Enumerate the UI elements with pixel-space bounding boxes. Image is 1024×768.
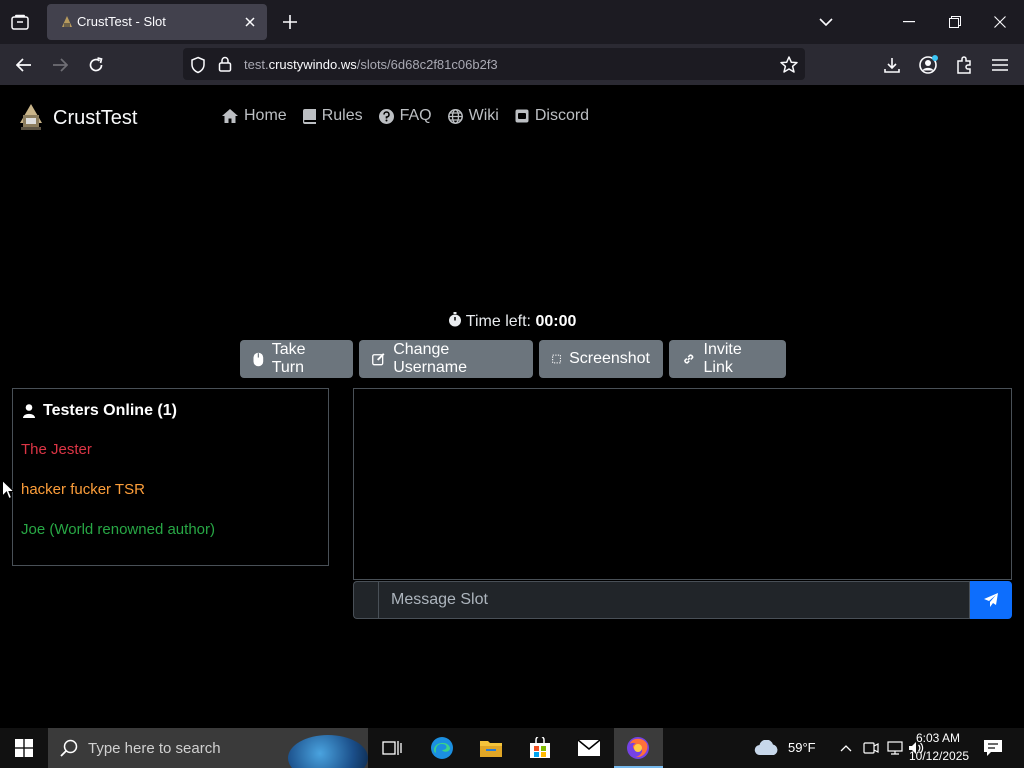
edge-browser-icon[interactable]: [422, 733, 462, 763]
address-bar[interactable]: test.crustywindo.ws/slots/6d68c2f81c06b2…: [183, 48, 805, 80]
url-prefix: test.: [244, 57, 269, 72]
nav-discord[interactable]: Discord: [515, 107, 589, 125]
restore-icon[interactable]: [943, 10, 967, 34]
home-icon: [222, 109, 238, 123]
page-content: CrustTest Home Rules FAQ Wiki Discord Ti…: [0, 85, 1024, 728]
close-window-icon[interactable]: [988, 10, 1012, 34]
extensions-icon[interactable]: [951, 52, 977, 78]
nav-rules-label: Rules: [321, 107, 363, 124]
downloads-icon[interactable]: [879, 52, 905, 78]
user-icon: [23, 404, 35, 418]
discord-icon: [515, 109, 529, 123]
meet-now-icon[interactable]: [858, 733, 884, 763]
list-all-tabs-icon[interactable]: [814, 10, 838, 34]
clock-date[interactable]: 10/12/2025: [909, 749, 969, 763]
tracking-protection-shield-icon[interactable]: [189, 56, 207, 74]
nav-faq-label: FAQ: [399, 107, 432, 124]
forward-icon[interactable]: [47, 52, 73, 78]
browser-tab-active[interactable]: CrustTest - Slot: [47, 4, 267, 40]
book-icon: [302, 108, 316, 124]
back-icon[interactable]: [11, 52, 37, 78]
close-tab-icon[interactable]: [241, 13, 259, 31]
new-tab-icon[interactable]: [279, 11, 301, 33]
mouse-icon: [253, 352, 264, 366]
url-domain: crustywindo.ws: [268, 57, 357, 72]
chat-log[interactable]: [353, 388, 1012, 580]
lock-icon[interactable]: [218, 56, 234, 74]
url-path: /slots/6d68c2f81c06b2f3: [356, 57, 498, 72]
timer-label: Time left:: [465, 313, 531, 330]
nav-faq[interactable]: FAQ: [378, 107, 432, 125]
tester-item[interactable]: Joe (World renowned author): [21, 521, 215, 538]
earth-highlight-icon: [288, 735, 368, 768]
task-view-icon[interactable]: [372, 733, 412, 763]
tester-item[interactable]: The Jester: [21, 441, 92, 458]
screenshot-button[interactable]: Screenshot: [539, 340, 663, 378]
message-placeholder: Message Slot: [391, 591, 488, 608]
edit-icon: [372, 353, 385, 366]
firefox-icon[interactable]: [618, 733, 658, 763]
tab-title: CrustTest - Slot: [77, 14, 166, 29]
nav-wiki-label: Wiki: [468, 107, 499, 124]
brand-name: CrustTest: [53, 107, 138, 129]
account-icon[interactable]: [915, 52, 941, 78]
send-button[interactable]: [970, 581, 1012, 619]
crusttest-logo-icon: [17, 101, 45, 136]
search-icon: [60, 739, 78, 757]
weather-temp[interactable]: 59°F: [788, 740, 816, 755]
message-prefix: [353, 581, 379, 619]
windows-taskbar: Type here to search 59°F 6:03 AM 10/12/2…: [0, 728, 1024, 768]
nav-home[interactable]: Home: [222, 107, 287, 125]
minimize-icon[interactable]: [897, 10, 921, 34]
site-nav: Home Rules FAQ Wiki Discord: [222, 107, 589, 125]
slot-actions: Take Turn Change Username Screenshot Inv…: [240, 340, 786, 378]
nav-discord-label: Discord: [534, 107, 590, 124]
file-explorer-icon[interactable]: [471, 733, 511, 763]
question-circle-icon: [378, 108, 394, 124]
search-placeholder: Type here to search: [88, 739, 221, 757]
menu-icon[interactable]: [987, 52, 1013, 78]
windows-start-icon[interactable]: [0, 728, 48, 768]
mail-icon[interactable]: [569, 733, 609, 763]
timer-value: 00:00: [535, 313, 577, 330]
url-text[interactable]: test.crustywindo.ws/slots/6d68c2f81c06b2…: [244, 57, 498, 72]
invite-link-label: Invite Link: [703, 341, 742, 376]
tester-item[interactable]: hacker fucker TSR: [21, 481, 145, 498]
paper-plane-icon: [984, 593, 998, 607]
nav-home-label: Home: [244, 107, 287, 124]
invite-link-button[interactable]: Invite Link: [669, 340, 786, 378]
message-composer: Message Slot: [353, 581, 1012, 619]
take-turn-button[interactable]: Take Turn: [240, 340, 353, 378]
change-username-button[interactable]: Change Username: [359, 340, 533, 378]
stopwatch-icon: [448, 312, 461, 327]
globe-icon: [447, 108, 463, 124]
tab-list-icon[interactable]: [8, 10, 32, 34]
testers-online-label: Testers Online (1): [43, 402, 177, 419]
take-turn-label: Take Turn: [271, 341, 306, 376]
browser-toolbar: test.crustywindo.ws/slots/6d68c2f81c06b2…: [0, 44, 1024, 85]
microsoft-store-icon[interactable]: [520, 733, 560, 763]
weather-cloud-icon[interactable]: [746, 733, 788, 763]
browser-tab-strip: CrustTest - Slot: [0, 0, 1024, 44]
notifications-icon[interactable]: [976, 733, 1010, 763]
mouse-cursor-icon: [2, 479, 16, 505]
testers-online-title: Testers Online (1): [23, 402, 177, 420]
nav-wiki[interactable]: Wiki: [447, 107, 499, 125]
link-icon: [684, 354, 694, 364]
testers-online-panel: Testers Online (1) The Jester hacker fuc…: [12, 388, 329, 566]
bookmark-star-icon[interactable]: [779, 55, 799, 75]
time-left: Time left: 00:00: [0, 312, 1024, 331]
brand[interactable]: CrustTest: [17, 101, 137, 136]
nav-rules[interactable]: Rules: [302, 107, 363, 125]
taskbar-search[interactable]: Type here to search: [48, 728, 368, 768]
site-favicon-icon: [59, 14, 75, 30]
screenshot-icon: [552, 354, 561, 364]
screenshot-label: Screenshot: [569, 350, 650, 367]
message-input[interactable]: Message Slot: [378, 581, 970, 619]
reload-icon[interactable]: [83, 52, 109, 78]
show-hidden-icons-chevron-icon[interactable]: [832, 733, 860, 763]
clock-time[interactable]: 6:03 AM: [916, 731, 960, 745]
change-username-label: Change Username: [393, 341, 468, 376]
